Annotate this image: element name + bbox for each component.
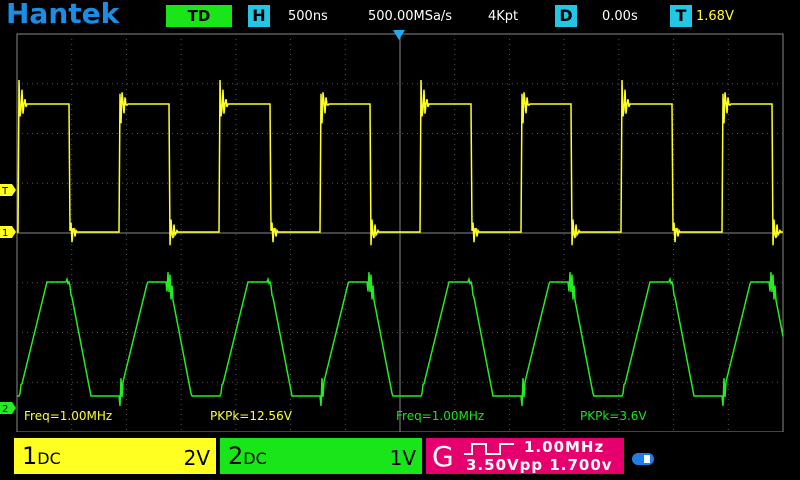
ch2-label: 2DC <box>228 442 267 470</box>
ch2-frequency-readout: Freq=1.00MHz <box>396 409 485 423</box>
ch1-pkpk-readout: PKPk=12.56V <box>210 409 292 423</box>
generator-panel[interactable]: G 1.00MHz 3.50Vpp 1.700v <box>426 438 624 474</box>
ch1-frequency-readout: Freq=1.00MHz <box>24 409 113 423</box>
svg-text:2: 2 <box>2 404 8 415</box>
generator-label: G <box>432 440 454 473</box>
generator-amplitude-offset: 3.50Vpp 1.700v <box>466 456 613 474</box>
ch1-scale: 2V <box>183 446 210 470</box>
trigger-level-marker[interactable]: T <box>0 184 16 197</box>
usb-icon <box>632 453 654 465</box>
ch1-settings-panel[interactable]: 1DC 2V <box>14 438 216 474</box>
generator-frequency: 1.00MHz <box>524 438 605 456</box>
ch2-pkpk-readout: PKPk=3.6V <box>580 409 647 423</box>
ch2-settings-panel[interactable]: 2DC 1V <box>220 438 422 474</box>
waveform-display[interactable]: T 1 2 <box>0 0 800 432</box>
square-wave-icon <box>464 443 514 455</box>
svg-text:1: 1 <box>2 228 8 239</box>
ch2-ground-marker[interactable]: 2 <box>0 402 16 415</box>
ch2-scale: 1V <box>389 446 416 470</box>
svg-text:T: T <box>1 186 9 197</box>
ch1-ground-marker[interactable]: 1 <box>0 226 16 239</box>
ch1-label: 1DC <box>22 442 61 470</box>
